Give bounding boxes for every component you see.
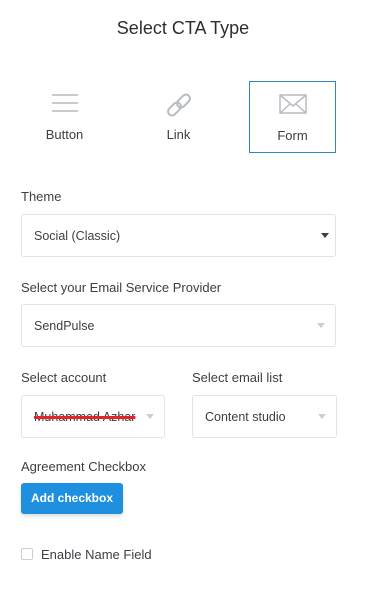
account-select[interactable]: Muhammad Azhar <box>21 395 165 438</box>
page-title: Select CTA Type <box>116 18 250 38</box>
enable-name-field-checkbox[interactable] <box>21 548 33 560</box>
cta-type-link-label: Link <box>166 127 191 142</box>
provider-select[interactable]: SendPulse <box>21 304 336 347</box>
theme-select-value: Social (Classic) <box>34 229 121 243</box>
add-checkbox-button[interactable]: Add checkbox <box>21 483 123 514</box>
cta-type-form[interactable]: Form <box>249 81 336 153</box>
cta-type-button[interactable]: Button <box>21 81 108 153</box>
email-list-label: Select email list <box>192 370 283 385</box>
chevron-down-icon <box>318 414 326 419</box>
agreement-label: Agreement Checkbox <box>21 459 147 474</box>
chevron-down-icon <box>321 233 329 238</box>
enable-name-field-label[interactable]: Enable Name Field <box>41 547 152 562</box>
cta-type-selector: Button Link Form <box>21 81 336 153</box>
theme-select[interactable]: Social (Classic) <box>21 214 336 257</box>
envelope-icon <box>278 92 308 121</box>
theme-label: Theme <box>21 189 62 204</box>
chevron-down-icon <box>146 414 154 419</box>
provider-select-value: SendPulse <box>34 319 95 333</box>
email-list-select-value: Content studio <box>205 410 286 424</box>
account-select-value: Muhammad Azhar <box>34 410 136 424</box>
email-list-select[interactable]: Content studio <box>192 395 337 438</box>
chain-link-icon <box>164 91 194 124</box>
hamburger-lines-icon <box>50 91 80 120</box>
cta-type-form-label: Form <box>277 128 308 143</box>
provider-label: Select your Email Service Provider <box>21 280 222 295</box>
chevron-down-icon <box>317 323 325 328</box>
account-label: Select account <box>21 370 107 385</box>
cta-type-button-label: Button <box>45 127 84 142</box>
cta-type-link[interactable]: Link <box>135 81 222 153</box>
